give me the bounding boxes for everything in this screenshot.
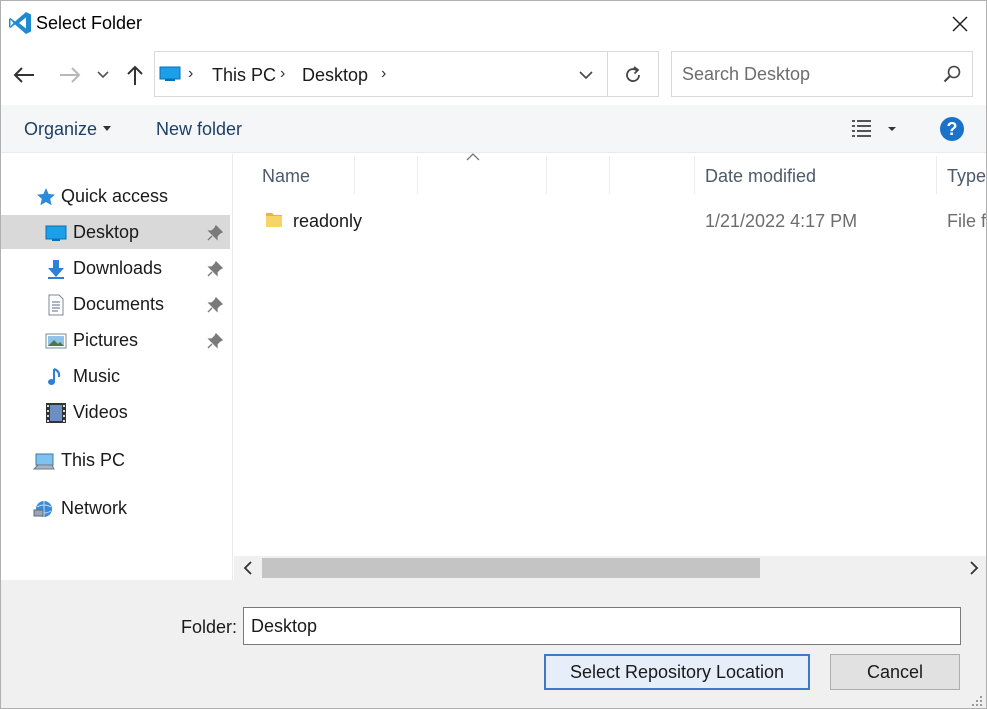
search-icon[interactable] [942,64,962,84]
this-pc-icon [159,66,181,81]
navigation-row: › This PC › Desktop › [1,47,986,103]
column-divider [609,156,610,194]
sort-ascending-icon [466,153,480,161]
nav-label: Documents [73,294,165,314]
breadcrumb-chevron-icon: › [188,65,194,82]
breadcrumb-chevron-icon: › [280,65,286,82]
pin-icon[interactable] [207,261,223,277]
new-folder-button[interactable]: New folder [156,119,242,140]
nav-label: This PC [61,450,126,470]
caret-down-icon [103,125,112,131]
address-divider [607,52,608,96]
organize-label: Organize [24,119,98,139]
close-icon [952,16,968,32]
nav-label: Desktop [73,222,140,242]
nav-item-downloads[interactable]: Downloads [1,251,230,285]
file-type: File fo [947,211,987,231]
arrow-right-icon [60,67,81,83]
nav-label: Pictures [73,330,139,350]
arrow-left-icon [13,67,34,83]
scroll-thumb[interactable] [262,558,760,578]
nav-item-desktop[interactable]: Desktop [1,215,230,249]
computer-icon [33,453,55,470]
file-list: Name Date modified Type readonly 1/21/20… [234,153,987,580]
nav-item-videos[interactable]: Videos [1,395,230,429]
resize-grip-icon[interactable] [970,694,984,708]
refresh-button[interactable] [618,61,648,89]
nav-quick-access[interactable]: Quick access [1,179,230,213]
column-divider [417,156,418,194]
address-history-dropdown[interactable] [575,66,597,84]
navigation-pane: Quick access Desktop Downloads Documents… [1,154,233,580]
downloads-icon [48,260,64,279]
nav-item-documents[interactable]: Documents [1,287,230,321]
music-icon [48,368,61,385]
desktop-icon [45,225,67,241]
command-bar: Organize New folder ? [1,105,986,153]
file-name: readonly [293,211,363,231]
star-icon [37,188,55,206]
file-date-modified: 1/21/2022 4:17 PM [705,211,858,231]
pin-icon[interactable] [207,333,223,349]
dialog-footer: Folder: Select Repository Location Cance… [1,580,986,708]
organize-button[interactable]: Organize [24,119,112,140]
file-row[interactable]: readonly 1/21/2022 4:17 PM File fo [234,204,987,238]
change-view-button[interactable] [850,117,900,141]
scroll-right-button[interactable] [966,560,982,576]
breadcrumb-desktop[interactable]: Desktop [302,65,368,86]
select-repository-location-button[interactable]: Select Repository Location [544,654,810,690]
search-input[interactable] [672,52,934,96]
nav-label: Music [73,366,121,386]
close-button[interactable] [934,1,986,47]
folder-icon [266,213,282,227]
nav-label: Network [61,498,128,518]
documents-icon [48,294,64,316]
breadcrumb-this-pc[interactable]: This PC [212,65,276,86]
column-divider [354,156,355,194]
network-icon [33,501,52,517]
up-button[interactable] [122,61,148,89]
column-header-type[interactable]: Type [947,166,986,187]
pin-icon[interactable] [207,225,223,241]
nav-item-this-pc[interactable]: This PC [1,443,230,477]
pin-icon[interactable] [207,297,223,313]
nav-label: Videos [73,402,128,422]
column-divider[interactable] [936,156,937,194]
chevron-left-icon [243,561,252,575]
horizontal-scrollbar[interactable] [234,556,986,580]
column-divider[interactable] [694,156,695,194]
select-folder-dialog: Select Folder › This PC › Desktop › Sear… [0,0,987,709]
refresh-icon [626,66,640,82]
forward-button[interactable] [57,61,83,89]
nav-item-pictures[interactable]: Pictures [1,323,230,357]
column-header-date-modified[interactable]: Date modified [705,166,816,187]
column-header-name[interactable]: Name [262,166,310,187]
back-button[interactable] [11,61,37,89]
nav-label: Downloads [73,258,163,278]
arrow-up-icon [127,65,143,85]
address-bar[interactable]: › This PC › Desktop › [154,51,659,97]
search-box[interactable] [671,51,973,97]
scroll-left-button[interactable] [240,560,256,576]
cancel-button[interactable]: Cancel [830,654,960,690]
pictures-icon [45,333,67,349]
nav-label: Quick access [61,186,169,206]
chevron-down-icon [579,70,593,79]
details-view-icon [852,120,896,137]
recent-locations-button[interactable] [92,61,114,89]
chevron-right-icon [970,561,979,575]
nav-item-network[interactable]: Network [1,491,230,525]
folder-label: Folder: [181,617,238,637]
videos-icon [46,403,66,423]
chevron-down-icon [97,71,109,79]
title-bar: Select Folder [1,1,986,47]
nav-item-music[interactable]: Music [1,359,230,393]
folder-input[interactable] [243,607,961,645]
breadcrumb-chevron-icon: › [381,65,387,82]
window-title: Select Folder [36,13,143,33]
column-divider [546,156,547,194]
vscode-app-icon [9,12,31,34]
help-button[interactable]: ? [940,117,964,141]
